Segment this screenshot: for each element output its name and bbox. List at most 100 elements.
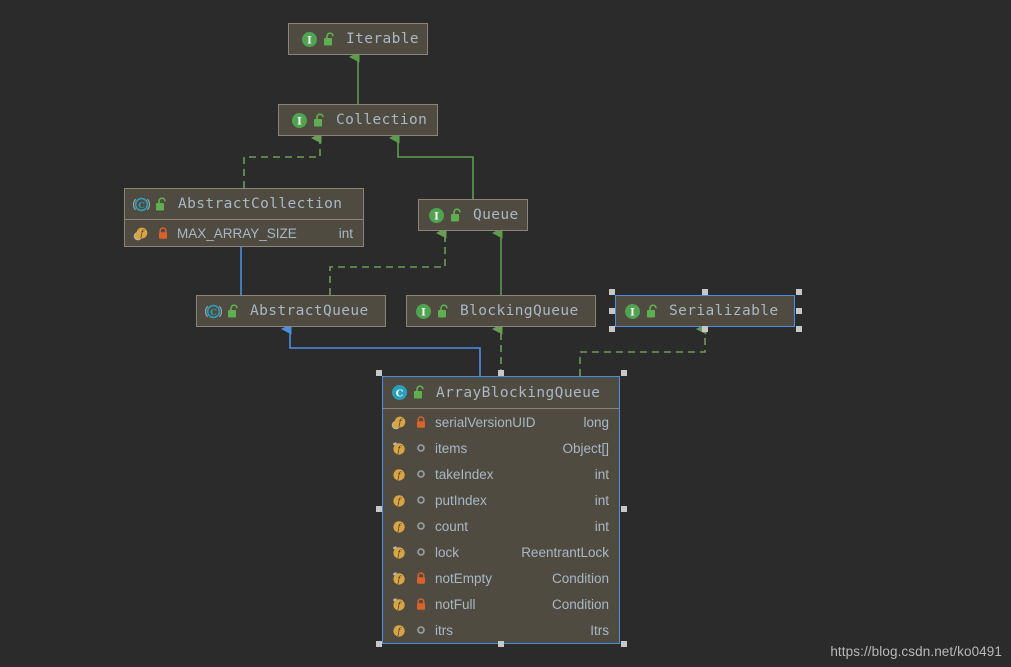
node-fields: f serialVersionUID long f items Object[]…	[383, 408, 619, 643]
field-icon: f	[391, 466, 408, 483]
table-row[interactable]: f items Object[]	[383, 435, 619, 461]
selection-handle[interactable]	[796, 308, 802, 314]
unlocked-padlock-icon	[323, 31, 336, 47]
node-title: BlockingQueue	[460, 303, 579, 319]
table-row[interactable]: f takeIndex int	[383, 461, 619, 487]
private-padlock-icon	[415, 571, 427, 584]
table-row[interactable]: f lock ReentrantLock	[383, 539, 619, 565]
selection-handle[interactable]	[796, 326, 802, 332]
private-padlock-icon	[415, 597, 427, 610]
final-field-icon: f	[391, 544, 408, 561]
field-row[interactable]: f MAX_ARRAY_SIZE int	[125, 220, 363, 246]
field-name: notFull	[435, 596, 476, 612]
selection-handle[interactable]	[621, 506, 627, 512]
selection-handle[interactable]	[376, 641, 382, 647]
field-name: count	[435, 518, 469, 534]
unlocked-padlock-icon	[437, 303, 450, 319]
field-type: Itrs	[590, 622, 609, 638]
interface-icon: I	[291, 112, 308, 129]
final-field-icon: f	[391, 440, 408, 457]
interface-icon: I	[415, 303, 432, 320]
private-padlock-icon	[157, 226, 169, 239]
selection-handle[interactable]	[498, 641, 504, 647]
field-type: ReentrantLock	[521, 544, 609, 560]
watermark-text: https://blog.csdn.net/ko0491	[830, 644, 1002, 659]
selection-handle[interactable]	[702, 289, 708, 295]
table-row[interactable]: f serialVersionUID long	[383, 409, 619, 435]
interface-icon: I	[428, 207, 445, 224]
edge-arrayblockingqueue-to-abstractqueue	[281, 323, 481, 376]
package-private-icon	[415, 624, 427, 636]
uml-node-queue[interactable]: I Queue	[418, 199, 528, 231]
uml-node-abstract-collection[interactable]: C AbstractCollection f MAX_ARRAY_SIZE in…	[124, 188, 364, 247]
selection-handle[interactable]	[621, 641, 627, 647]
node-title: AbstractCollection	[178, 196, 343, 212]
selection-handle[interactable]	[498, 370, 504, 376]
field-icon: f	[391, 492, 408, 509]
node-header: C AbstractCollection	[125, 189, 363, 219]
class-icon: C	[391, 384, 408, 401]
node-header: I Queue	[419, 200, 527, 230]
field-type: int	[338, 225, 353, 241]
node-header: I Iterable	[289, 24, 427, 54]
unlocked-padlock-icon	[313, 112, 326, 128]
svg-text:I: I	[307, 35, 312, 46]
selection-handle[interactable]	[376, 370, 382, 376]
field-name: lock	[435, 544, 460, 560]
edge-abstractcollection-to-collection	[243, 132, 322, 188]
static-field-icon: f	[133, 225, 150, 242]
edge-arrayblockingqueue-to-serializable	[579, 323, 707, 376]
package-private-icon	[415, 468, 427, 480]
svg-text:I: I	[421, 307, 426, 318]
uml-node-serializable[interactable]: I Serializable	[615, 295, 795, 327]
selection-handle[interactable]	[609, 326, 615, 332]
uml-node-collection[interactable]: I Collection	[278, 104, 438, 136]
selection-handle[interactable]	[609, 289, 615, 295]
unlocked-padlock-icon	[227, 303, 240, 319]
node-title: Serializable	[669, 303, 779, 319]
node-header: I BlockingQueue	[407, 296, 595, 326]
private-padlock-icon	[415, 415, 427, 428]
svg-text:C: C	[138, 200, 145, 210]
svg-text:I: I	[434, 211, 439, 222]
final-field-icon: f	[391, 596, 408, 613]
unlocked-padlock-icon	[155, 196, 168, 212]
node-title: Collection	[336, 112, 428, 128]
node-header: C ArrayBlockingQueue	[383, 377, 619, 408]
node-title: Queue	[473, 207, 519, 223]
node-title: AbstractQueue	[250, 303, 369, 319]
table-row[interactable]: f count int	[383, 513, 619, 539]
final-field-icon: f	[391, 570, 408, 587]
node-header: C AbstractQueue	[197, 296, 385, 326]
uml-class-diagram-canvas[interactable]: Iterable (solid green) --> Collection (s…	[0, 0, 1011, 667]
abstract-class-icon: C	[205, 303, 222, 320]
node-header: I Collection	[279, 105, 437, 135]
package-private-icon	[415, 494, 427, 506]
selection-handle[interactable]	[796, 289, 802, 295]
abstract-class-icon: C	[133, 196, 150, 213]
table-row[interactable]: f itrs Itrs	[383, 617, 619, 643]
uml-node-blocking-queue[interactable]: I BlockingQueue	[406, 295, 596, 327]
table-row[interactable]: f notFull Condition	[383, 591, 619, 617]
uml-node-array-blocking-queue[interactable]: C ArrayBlockingQueue f serialVersionUID …	[382, 376, 620, 644]
table-row[interactable]: f notEmpty Condition	[383, 565, 619, 591]
selection-handle[interactable]	[702, 326, 708, 332]
field-name: notEmpty	[435, 570, 493, 586]
field-type: Condition	[551, 596, 609, 612]
node-header: I Serializable	[616, 296, 794, 326]
uml-node-abstract-queue[interactable]: C AbstractQueue	[196, 295, 386, 327]
selection-handle[interactable]	[621, 370, 627, 376]
node-title: Iterable	[346, 31, 420, 47]
selection-handle[interactable]	[609, 308, 615, 314]
interface-icon: I	[301, 31, 318, 48]
field-icon: f	[391, 622, 408, 639]
table-row[interactable]: f putIndex int	[383, 487, 619, 513]
package-private-icon	[415, 520, 427, 532]
field-type: int	[594, 518, 609, 534]
selection-handle[interactable]	[376, 506, 382, 512]
interface-icon: I	[624, 303, 641, 320]
edge-queue-to-collection	[389, 132, 474, 199]
uml-node-iterable[interactable]: I Iterable	[288, 23, 428, 55]
field-type: long	[583, 414, 609, 430]
unlocked-padlock-icon	[646, 303, 659, 319]
